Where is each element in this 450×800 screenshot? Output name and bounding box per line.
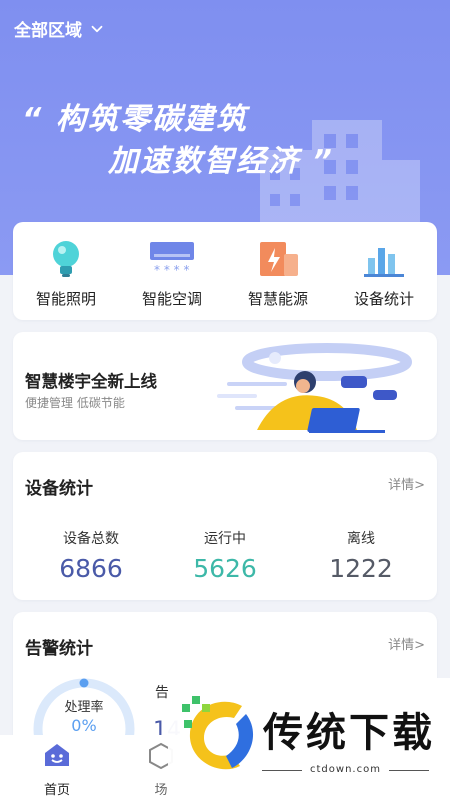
device-stats-card: 设备统计 详情> 设备总数 6866 运行中 5626 离线 1222 xyxy=(13,452,437,600)
quick-action-device-stats[interactable]: 设备统计 xyxy=(331,222,437,320)
promo-title: 智慧楼宇全新上线 xyxy=(25,372,157,391)
promo-banner[interactable]: 智慧楼宇全新上线 便捷管理 低碳节能 xyxy=(13,332,437,440)
chevron-down-icon xyxy=(91,25,103,32)
alarm-stats-detail-link[interactable]: 详情> xyxy=(388,634,425,653)
region-label: 全部区域 xyxy=(14,21,82,41)
quick-action-label: 智能空调 xyxy=(141,290,202,308)
stat-total: 设备总数 6866 xyxy=(21,528,161,583)
home-icon xyxy=(45,744,69,766)
stat-running: 运行中 5626 xyxy=(155,528,295,583)
quick-action-label: 设备统计 xyxy=(353,290,414,308)
quick-actions-card: 智能照明 * * * * 智能空调 智慧能源 设备统计 xyxy=(13,222,437,320)
tab-home[interactable]: 首页 xyxy=(22,741,92,798)
slogan-line-2: 加速数智经济 ” xyxy=(108,144,334,179)
device-stats-detail-link[interactable]: 详情> xyxy=(388,474,425,493)
watermark-logo xyxy=(182,696,254,770)
promo-subtitle: 便捷管理 低碳节能 xyxy=(25,396,125,410)
stat-value: 1222 xyxy=(329,554,393,583)
gauge-value: 0% xyxy=(71,716,97,735)
watermark-url: ctdown.com xyxy=(262,764,429,775)
bar-chart-icon xyxy=(364,248,404,277)
promo-illustration xyxy=(217,343,412,433)
stat-label: 运行中 xyxy=(204,531,246,547)
quick-action-energy[interactable]: 智慧能源 xyxy=(225,222,331,320)
quick-action-label: 智慧能源 xyxy=(247,290,308,308)
region-selector[interactable]: 全部区域 xyxy=(14,16,106,41)
stat-label: 离线 xyxy=(347,531,375,547)
bulb-icon xyxy=(53,241,79,277)
slogan-line-1: “ 构筑零碳建筑 xyxy=(22,102,248,137)
stat-value: 5626 xyxy=(193,554,257,583)
gauge-label: 处理率 xyxy=(64,700,104,715)
watermark-overlay: 传统下载 ctdown.com xyxy=(168,678,450,788)
energy-icon xyxy=(260,242,298,276)
svg-text:* * * *: * * * * xyxy=(154,263,189,277)
tab-label: 首页 xyxy=(43,783,70,798)
alarm-count-label: 告 xyxy=(155,685,169,701)
stat-value: 6866 xyxy=(59,554,123,583)
device-stats-title: 设备统计 xyxy=(25,479,93,499)
quick-action-label: 智能照明 xyxy=(35,290,96,308)
watermark-text: 传统下载 xyxy=(263,710,435,756)
alarm-stats-title: 告警统计 xyxy=(25,639,93,659)
stat-offline: 离线 1222 xyxy=(291,528,431,583)
quick-action-lighting[interactable]: 智能照明 xyxy=(13,222,119,320)
quick-action-air-conditioning[interactable]: * * * * 智能空调 xyxy=(119,222,225,320)
stat-label: 设备总数 xyxy=(63,531,119,547)
air-conditioner-icon: * * * * xyxy=(150,242,194,277)
